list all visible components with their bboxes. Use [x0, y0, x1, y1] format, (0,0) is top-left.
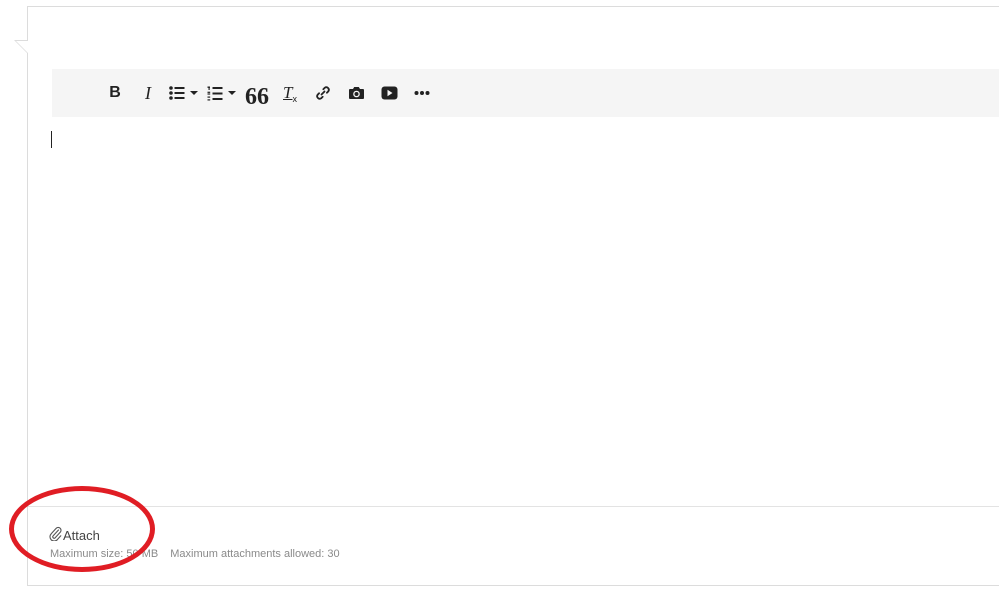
text-cursor [51, 131, 52, 148]
max-size-text: Maximum size: 50 MB [50, 548, 159, 560]
max-attachments-text: Maximum attachments allowed: 30 [170, 548, 340, 560]
chevron-down-icon [190, 91, 198, 95]
attach-label: Attach [63, 527, 100, 543]
clear-formatting-icon: Tx [283, 83, 297, 104]
italic-button[interactable]: I [133, 78, 163, 108]
attachments-divider [28, 506, 999, 507]
bulleted-list-button[interactable] [166, 78, 201, 108]
message-body-editor[interactable] [52, 120, 999, 505]
editor-toolbar: B I 66 Tx [52, 69, 999, 117]
insert-link-button[interactable] [308, 78, 338, 108]
attachment-limits: Maximum size: 50 MB Maximum attachments … [50, 548, 340, 560]
paperclip-icon [49, 526, 63, 544]
camera-icon [348, 86, 365, 100]
chevron-down-icon [228, 91, 236, 95]
quote-icon: 66 [245, 84, 269, 110]
numbered-list-button[interactable] [204, 78, 239, 108]
more-button[interactable] [407, 78, 437, 108]
page: B I 66 Tx Attach Maximum size: 50 MB Max… [0, 0, 999, 603]
insert-video-button[interactable] [374, 78, 404, 108]
youtube-play-icon [381, 86, 398, 100]
remove-format-button[interactable]: Tx [275, 78, 305, 108]
blockquote-button[interactable]: 66 [242, 78, 272, 110]
italic-icon: I [145, 82, 151, 103]
insert-image-button[interactable] [341, 78, 371, 108]
bold-icon: B [109, 84, 121, 101]
attach-button[interactable]: Attach [49, 526, 100, 544]
bulleted-list-icon [169, 86, 185, 100]
link-icon [315, 85, 331, 101]
numbered-list-icon [207, 86, 223, 101]
more-horizontal-icon [414, 90, 430, 96]
bold-button[interactable]: B [100, 78, 130, 108]
panel-pointer-fill [16, 41, 28, 53]
